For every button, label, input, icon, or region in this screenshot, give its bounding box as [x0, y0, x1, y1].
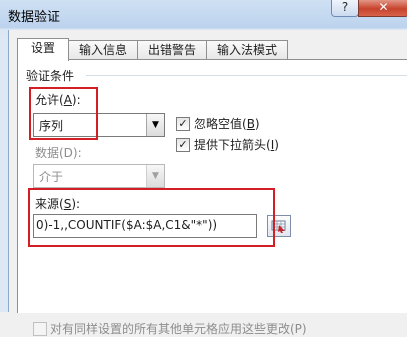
data-select: 介于 ▼ — [33, 164, 165, 188]
dropdown-arrow-text: 提供下拉箭头( — [194, 138, 271, 152]
allow-highlight-box — [29, 87, 98, 140]
dropdown-arrow-suffix: ) — [274, 138, 279, 152]
source-highlight-box — [28, 188, 275, 247]
data-select-value: 介于 — [39, 170, 64, 184]
ignore-blank-label: 忽略空值(B) — [194, 115, 260, 132]
settings-panel: 验证条件 允许(A): 序列 ▼ ✓ 忽略空值(B) ✓ 提供下拉箭头(I) 数… — [17, 59, 407, 336]
tab-input-message[interactable]: 输入信息 — [68, 40, 138, 60]
data-label: 数据(D): — [35, 146, 82, 160]
tab-ime-mode[interactable]: 输入法模式 — [206, 40, 288, 60]
apply-all-checkbox — [33, 322, 47, 336]
tab-settings[interactable]: 设置 — [17, 38, 69, 61]
ignore-blank-text: 忽略空值( — [194, 117, 247, 131]
ignore-blank-checkbox[interactable]: ✓ — [176, 117, 190, 131]
apply-all-label: 对有同样设置的所有其他单元格应用这些更改(P) — [50, 322, 307, 336]
dropdown-arrow-checkbox[interactable]: ✓ — [176, 138, 190, 152]
ignore-blank-suffix: ) — [254, 117, 260, 131]
dialog-title: 数据验证 — [8, 10, 61, 25]
dialog-body: 设置 输入信息 出错警告 输入法模式 验证条件 允许(A): 序列 ▼ ✓ 忽略… — [8, 30, 407, 336]
close-icon: ✕ — [378, 0, 389, 14]
ignore-blank-key: B — [246, 117, 255, 131]
group-divider — [86, 75, 407, 76]
close-button[interactable]: ✕ — [358, 0, 407, 17]
group-title: 验证条件 — [26, 69, 75, 83]
dialog-window: 数据验证 ? ✕ 设置 输入信息 出错警告 输入法模式 验证条件 允许(A): … — [0, 0, 407, 336]
dropdown-arrow-label: 提供下拉箭头(I) — [194, 136, 279, 153]
help-button[interactable]: ? — [331, 0, 359, 17]
help-icon: ? — [341, 0, 349, 14]
title-bar: 数据验证 ? ✕ — [0, 0, 407, 30]
chevron-down-icon: ▼ — [146, 165, 164, 187]
chevron-down-icon[interactable]: ▼ — [146, 114, 164, 136]
tab-error-alert[interactable]: 出错警告 — [137, 40, 207, 60]
